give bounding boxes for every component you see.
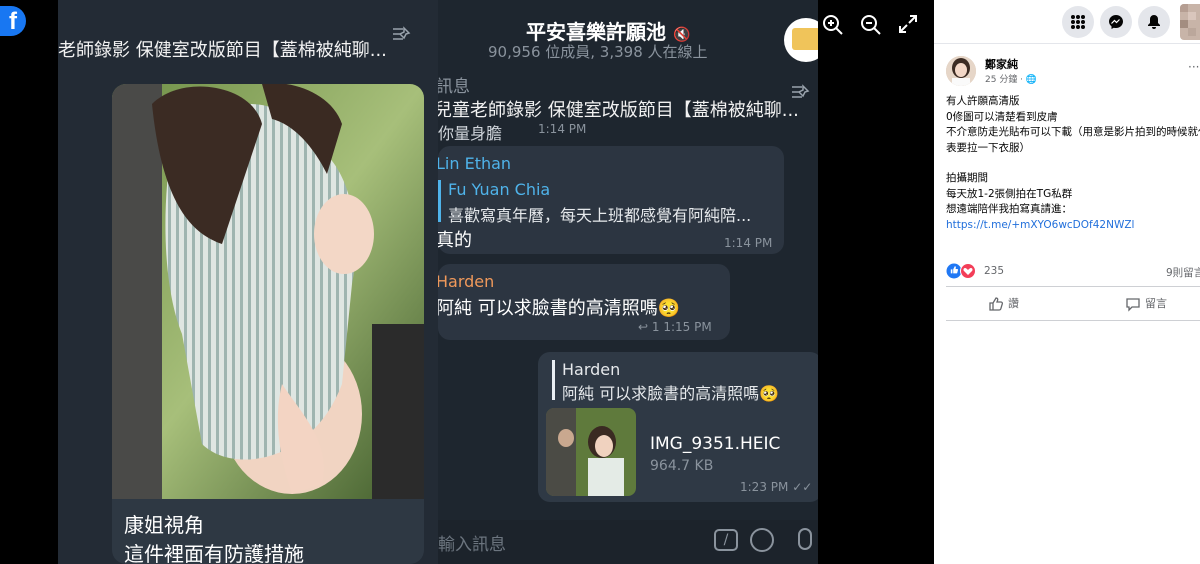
reply-text[interactable]: 喜歡寫真年曆，每天上班都感覺有阿純陪... — [448, 202, 751, 226]
woman-photo — [112, 84, 424, 499]
sticker-icon[interactable] — [750, 528, 774, 552]
folder-button[interactable] — [784, 18, 818, 62]
reply-arrow-icon: ↩ — [638, 320, 649, 334]
account-avatar[interactable] — [1180, 4, 1200, 40]
post-line: 想遠端陪伴我拍寫真請進： — [946, 203, 1072, 215]
bot-command-icon[interactable]: / — [714, 529, 738, 551]
message-composer[interactable]: 輸入訊息 / — [438, 520, 818, 564]
message-bubble[interactable]: Lin Ethan Fu Yuan Chia 喜歡寫真年曆，每天上班都感覺有阿純… — [438, 146, 784, 254]
reply-count[interactable]: 1 — [652, 320, 660, 334]
author-name[interactable]: 鄭家純 — [985, 56, 1018, 72]
file-size: 964.7 KB — [650, 458, 714, 474]
message-meta: ↩ 1 1:15 PM — [638, 320, 712, 334]
post-sidebar: 鄭家純 25 分鐘 · 🌐 ··· 有人許願高清版 0修圖可以清楚看到皮膚 不介… — [934, 0, 1200, 564]
menu-grid-button[interactable] — [1062, 6, 1094, 38]
like-button[interactable]: 讚 — [988, 295, 1019, 313]
message-bubble[interactable]: Harden 阿純 可以求臉書的高清照嗎🥺 ↩ 1 1:15 PM — [438, 264, 730, 340]
photo-caption-line2: 這件裡面有防護措施 — [124, 542, 304, 564]
zoom-out-icon[interactable] — [860, 14, 884, 38]
actions-top-divider — [946, 286, 1200, 287]
telegram-screenshot-left: 老師錄影 保健室改版節目【蓋棉被純聊... 康姐視角 這件裡面有防護措施 — [58, 0, 438, 564]
globe-icon: 🌐 — [1025, 75, 1038, 85]
folder-icon — [792, 28, 818, 50]
file-name[interactable]: IMG_9351.HEIC — [650, 434, 780, 454]
pinned-message[interactable]: 兒童老師錄影 保健室改版節目【蓋棉被純聊... — [438, 96, 799, 122]
bell-icon — [1148, 15, 1160, 29]
message-text: 真的 — [438, 230, 472, 251]
previous-message-tail: 你量身膽 — [438, 124, 503, 143]
messenger-icon — [1109, 15, 1123, 29]
facebook-logo-icon[interactable]: f — [0, 6, 26, 36]
comment-icon — [1126, 298, 1140, 312]
header-divider — [934, 43, 1200, 44]
telegram-link[interactable]: https://t.me/+mXYO6wcDOf42NWZl — [946, 218, 1200, 234]
file-thumbnail[interactable] — [546, 408, 636, 496]
reaction-icons[interactable] — [946, 263, 978, 279]
notifications-button[interactable] — [1138, 6, 1170, 38]
message-sender[interactable]: Harden — [438, 272, 494, 291]
actions-bottom-divider — [946, 320, 1200, 321]
message-time: 1:14 PM — [724, 236, 773, 250]
pinned-label: 訊息 — [438, 77, 470, 97]
reaction-count[interactable]: 235 — [984, 265, 1004, 277]
reply-text[interactable]: 阿純 可以求臉書的高清照嗎🥺 — [562, 380, 779, 404]
microphone-icon[interactable] — [798, 528, 812, 550]
message-sender[interactable]: Lin Ethan — [438, 154, 511, 173]
post-line: 0修圖可以清楚看到皮膚 — [946, 110, 1058, 123]
photo-message[interactable]: 康姐視角 這件裡面有防護措施 — [112, 84, 424, 564]
author-avatar[interactable] — [946, 56, 976, 86]
message-time: 1:15 PM — [663, 320, 712, 334]
comment-label: 留言 — [1145, 297, 1167, 310]
pinned-message: 老師錄影 保健室改版節目【蓋棉被純聊... — [58, 40, 387, 61]
thumbs-up-icon — [989, 297, 1004, 311]
previous-message-time: 1:14 PM — [538, 122, 587, 136]
post-line: 不介意防走光貼布可以下載（用意是影片拍到的時候就代表要拉一下衣服） — [946, 126, 1200, 154]
read-check-icon: ✓✓ — [792, 480, 813, 494]
reply-bar — [552, 360, 555, 400]
zoom-in-icon[interactable] — [822, 14, 846, 38]
comment-count[interactable]: 9則留言 — [1166, 265, 1200, 280]
pin-icon — [391, 26, 411, 47]
messenger-button[interactable] — [1100, 6, 1132, 38]
post-timestamp[interactable]: 25 分鐘 · 🌐 — [985, 72, 1037, 85]
chat-subtitle: 90,956 位成員, 3,398 人在線上 — [488, 43, 708, 61]
message-time: 1:23 PM ✓✓ — [740, 480, 813, 494]
telegram-screenshot-right: 平安喜樂許願池 🔇 90,956 位成員, 3,398 人在線上 訊息 兒童老師… — [438, 0, 818, 564]
post-line: 有人許願高清版 — [946, 95, 1020, 107]
reply-sender[interactable]: Fu Yuan Chia — [448, 180, 550, 199]
fullscreen-icon[interactable] — [898, 14, 922, 38]
reply-bar — [438, 180, 441, 222]
reply-sender[interactable]: Harden — [562, 360, 620, 379]
post-body: 有人許願高清版 0修圖可以清楚看到皮膚 不介意防走光貼布可以下載（用意是影片拍到… — [946, 94, 1200, 233]
pin-icon — [790, 84, 810, 105]
comment-button[interactable]: 留言 — [1125, 295, 1167, 313]
outgoing-file-bubble[interactable]: Harden 阿純 可以求臉書的高清照嗎🥺 IMG_9351.HEIC 964.… — [538, 352, 818, 502]
more-options-icon[interactable]: ··· — [1188, 60, 1199, 74]
post-line: 每天放1-2張側拍在TG私群 — [946, 187, 1073, 200]
grid-icon — [1071, 15, 1085, 29]
message-text: 阿純 可以求臉書的高清照嗎🥺 — [438, 298, 681, 319]
composer-placeholder[interactable]: 輸入訊息 — [438, 530, 506, 555]
photo-viewer: f 老師錄影 保健室改版節目【蓋棉被純聊... 康姐視角 這件裡面有防護措施 平… — [0, 0, 934, 564]
post-line — [946, 156, 1200, 171]
like-label: 讚 — [1008, 297, 1019, 310]
post-line: 拍攝期間 — [946, 172, 988, 184]
photo-caption-line1: 康姐視角 — [124, 513, 204, 537]
